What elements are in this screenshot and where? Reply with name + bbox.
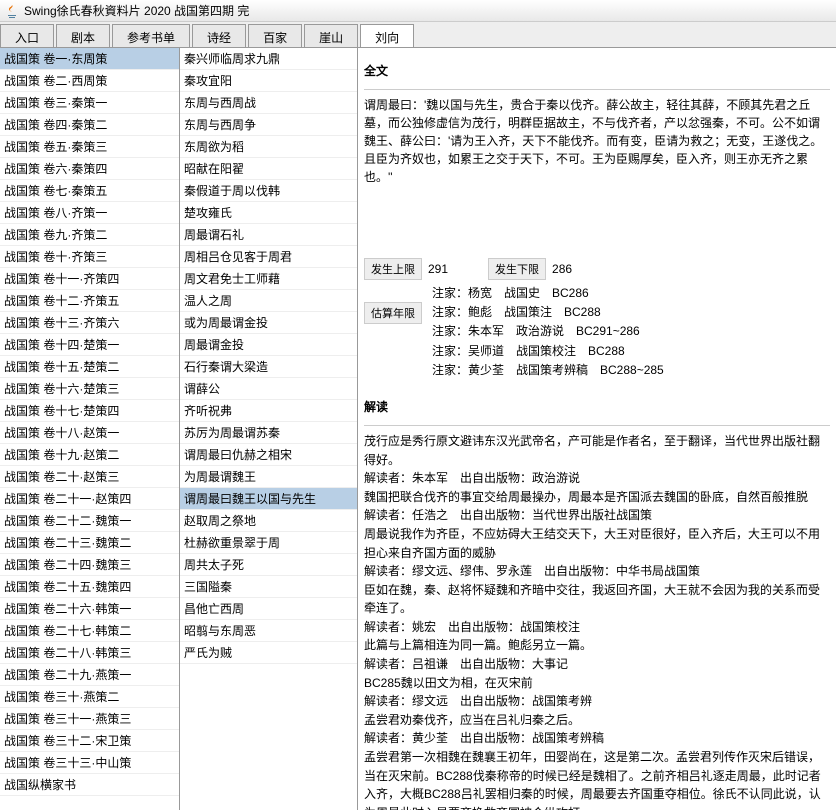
volume-item[interactable]: 战国策 卷二十四·魏策三 <box>0 554 179 576</box>
annotation-list: 注家：杨宽 战国史 BC286注家：鲍彪 战国策注 BC288注家：朱本军 政治… <box>432 284 664 380</box>
fulltext-body: 谓周最曰：'魏以国与先生，贵合于秦以伐齐。薛公故主，轻往其薛，不顾其先君之丘墓，… <box>364 96 830 186</box>
tab-4[interactable]: 百家 <box>248 24 302 47</box>
volume-item[interactable]: 战国策 卷二十三·魏策二 <box>0 532 179 554</box>
volume-item[interactable]: 战国策 卷三十三·中山策 <box>0 752 179 774</box>
chapter-item[interactable]: 周共太子死 <box>180 554 357 576</box>
chapter-item[interactable]: 谓周最曰魏王以国与先生 <box>180 488 357 510</box>
volume-item[interactable]: 战国策 卷二十六·韩策一 <box>0 598 179 620</box>
chapter-item[interactable]: 杜赫欲重景翠于周 <box>180 532 357 554</box>
annotation-line: 注家：鲍彪 战国策注 BC288 <box>432 303 664 322</box>
main-panel: 战国策 卷一·东周策战国策 卷二·西周策战国策 卷三·秦策一战国策 卷四·秦策二… <box>0 48 836 810</box>
chapter-item[interactable]: 昭翦与东周恶 <box>180 620 357 642</box>
volume-item[interactable]: 战国策 卷九·齐策二 <box>0 224 179 246</box>
chapter-item[interactable]: 周文君免士工师藉 <box>180 268 357 290</box>
volume-item[interactable]: 战国策 卷十五·楚策二 <box>0 356 179 378</box>
chapter-item[interactable]: 石行秦谓大梁造 <box>180 356 357 378</box>
volume-item[interactable]: 战国策 卷十四·楚策一 <box>0 334 179 356</box>
volume-item[interactable]: 战国策 卷十八·赵策一 <box>0 422 179 444</box>
chapter-item[interactable]: 严氏为贼 <box>180 642 357 664</box>
tab-5[interactable]: 崖山 <box>304 24 358 47</box>
annotation-line: 注家：杨宽 战国史 BC286 <box>432 284 664 303</box>
annotation-line: 注家：朱本军 政治游说 BC291~286 <box>432 322 664 341</box>
titlebar: Swing徐氏春秋資料片 2020 战国第四期 完 <box>0 0 836 22</box>
volume-item[interactable]: 战国策 卷三·秦策一 <box>0 92 179 114</box>
volume-item[interactable]: 战国策 卷十二·齐策五 <box>0 290 179 312</box>
volume-item[interactable]: 战国策 卷四·秦策二 <box>0 114 179 136</box>
chapter-item[interactable]: 东周与西周战 <box>180 92 357 114</box>
volume-list: 战国策 卷一·东周策战国策 卷二·西周策战国策 卷三·秦策一战国策 卷四·秦策二… <box>0 48 180 810</box>
annotation-line: 注家：吴师道 战国策校注 BC288 <box>432 342 664 361</box>
chapter-item[interactable]: 苏厉为周最谓苏秦 <box>180 422 357 444</box>
chapter-item[interactable]: 周最谓石礼 <box>180 224 357 246</box>
volume-item[interactable]: 战国策 卷八·齐策一 <box>0 202 179 224</box>
tab-1[interactable]: 剧本 <box>56 24 110 47</box>
chapter-item[interactable]: 齐听祝弗 <box>180 400 357 422</box>
chapter-item[interactable]: 昭献在阳翟 <box>180 158 357 180</box>
volume-item[interactable]: 战国策 卷三十二·宋卫策 <box>0 730 179 752</box>
chapter-item[interactable]: 秦攻宜阳 <box>180 70 357 92</box>
chapter-item[interactable]: 三国隘秦 <box>180 576 357 598</box>
upper-limit-label: 发生上限 <box>364 258 422 280</box>
volume-item[interactable]: 战国纵横家书 <box>0 774 179 796</box>
tab-2[interactable]: 参考书单 <box>112 24 190 47</box>
volume-item[interactable]: 战国策 卷二十七·韩策二 <box>0 620 179 642</box>
annotation-line: 注家：黄少荃 战国策考辨稿 BC288~285 <box>432 361 664 380</box>
tab-bar: 入口剧本参考书单诗经百家崖山刘向 <box>0 22 836 48</box>
volume-item[interactable]: 战国策 卷十七·楚策四 <box>0 400 179 422</box>
chapter-item[interactable]: 周最谓金投 <box>180 334 357 356</box>
tab-3[interactable]: 诗经 <box>192 24 246 47</box>
chapter-item[interactable]: 或为周最谓金投 <box>180 312 357 334</box>
lower-limit-value: 286 <box>552 262 572 276</box>
volume-item[interactable]: 战国策 卷二十五·魏策四 <box>0 576 179 598</box>
volume-item[interactable]: 战国策 卷七·秦策五 <box>0 180 179 202</box>
chapter-item[interactable]: 东周与西周争 <box>180 114 357 136</box>
chapter-item[interactable]: 为周最谓魏王 <box>180 466 357 488</box>
fulltext-heading: 全文 <box>364 58 830 83</box>
volume-item[interactable]: 战国策 卷十一·齐策四 <box>0 268 179 290</box>
volume-item[interactable]: 战国策 卷十六·楚策三 <box>0 378 179 400</box>
upper-limit-value: 291 <box>428 262 448 276</box>
estimate-label: 估算年限 <box>364 302 422 324</box>
volume-item[interactable]: 战国策 卷三十一·燕策三 <box>0 708 179 730</box>
chapter-item[interactable]: 温人之周 <box>180 290 357 312</box>
volume-item[interactable]: 战国策 卷二十·赵策三 <box>0 466 179 488</box>
chapter-item[interactable]: 赵取周之祭地 <box>180 510 357 532</box>
lower-limit-label: 发生下限 <box>488 258 546 280</box>
tab-0[interactable]: 入口 <box>0 24 54 47</box>
volume-item[interactable]: 战国策 卷一·东周策 <box>0 48 179 70</box>
content-panel: 全文 谓周最曰：'魏以国与先生，贵合于秦以伐齐。薛公故主，轻往其薛，不顾其先君之… <box>358 48 836 810</box>
window-title: Swing徐氏春秋資料片 2020 战国第四期 完 <box>24 2 249 19</box>
volume-item[interactable]: 战国策 卷二十九·燕策一 <box>0 664 179 686</box>
chapter-list: 秦兴师临周求九鼎秦攻宜阳东周与西周战东周与西周争东周欲为稻昭献在阳翟秦假道于周以… <box>180 48 358 810</box>
volume-item[interactable]: 战国策 卷五·秦策三 <box>0 136 179 158</box>
volume-item[interactable]: 战国策 卷十九·赵策二 <box>0 444 179 466</box>
date-row: 发生上限 291 发生下限 286 <box>364 256 830 282</box>
interpret-body: 茂行应是秀行原文避讳东汉光武帝名，产可能是作者名，至于翻译，当代世界出版社翻得好… <box>364 432 830 810</box>
chapter-item[interactable]: 昌他亡西周 <box>180 598 357 620</box>
chapter-item[interactable]: 谓薛公 <box>180 378 357 400</box>
interpret-heading: 解读 <box>364 394 830 419</box>
chapter-item[interactable]: 东周欲为稻 <box>180 136 357 158</box>
volume-item[interactable]: 战国策 卷二十二·魏策一 <box>0 510 179 532</box>
volume-item[interactable]: 战国策 卷十·齐策三 <box>0 246 179 268</box>
chapter-item[interactable]: 楚攻雍氏 <box>180 202 357 224</box>
chapter-item[interactable]: 周相吕仓见客于周君 <box>180 246 357 268</box>
volume-item[interactable]: 战国策 卷二十八·韩策三 <box>0 642 179 664</box>
volume-item[interactable]: 战国策 卷二·西周策 <box>0 70 179 92</box>
volume-item[interactable]: 战国策 卷十三·齐策六 <box>0 312 179 334</box>
volume-item[interactable]: 战国策 卷六·秦策四 <box>0 158 179 180</box>
chapter-item[interactable]: 谓周最曰仇赫之相宋 <box>180 444 357 466</box>
chapter-item[interactable]: 秦假道于周以伐韩 <box>180 180 357 202</box>
volume-item[interactable]: 战国策 卷二十一·赵策四 <box>0 488 179 510</box>
java-icon <box>4 3 20 19</box>
chapter-item[interactable]: 秦兴师临周求九鼎 <box>180 48 357 70</box>
volume-item[interactable]: 战国策 卷三十·燕策二 <box>0 686 179 708</box>
tab-6[interactable]: 刘向 <box>360 24 414 47</box>
